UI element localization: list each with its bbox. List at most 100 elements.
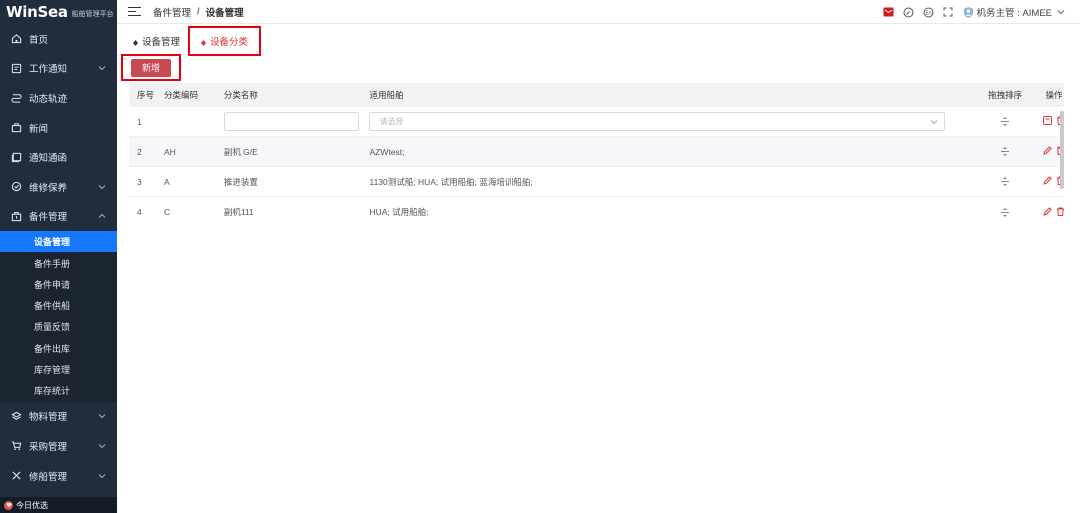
parts-submenu: 设备管理 备件手册 备件申请 备件供船 质量反馈 备件出库 库存管理 库存统计 [0,231,117,402]
sidebar-subitem-inventory[interactable]: 库存管理 [0,359,117,380]
cell-index: 3 [137,176,142,187]
chevron-down-icon [1055,7,1066,18]
repair-icon [10,470,22,482]
compass-icon[interactable] [903,7,914,18]
sidebar-item-label: 新闻 [29,123,49,135]
sidebar-subitem-feedback[interactable]: 质量反馈 [0,316,117,337]
cell-index: 4 [137,207,142,217]
edit-icon[interactable] [1043,206,1052,218]
parts-icon [10,210,22,222]
edit-icon[interactable] [1043,176,1052,187]
tab-dot-icon [133,38,138,46]
sidebar-item-purchase[interactable]: 采购管理 [0,431,117,461]
sidebar-item-label: 首页 [29,34,49,46]
tab-equipment-management[interactable]: 设备管理 [125,30,188,52]
main-content: 设备管理 设备分类 新增 序号 分类编码 分类名称 适用船舶 拖拽排序 操作 1 [117,24,1080,224]
menu-toggle-icon[interactable] [128,6,141,17]
col-ops: 操作 [1045,90,1063,100]
drag-handle-icon[interactable] [968,177,1042,186]
col-ships: 适用船舶 [369,90,404,100]
delete-icon[interactable] [1056,207,1065,218]
maintenance-icon [10,181,22,193]
category-name-input[interactable] [223,112,359,131]
sidebar-item-label: 工作通知 [29,64,68,76]
empty-area [117,224,1080,513]
chevron-up-icon [98,212,106,220]
home-icon [10,33,22,45]
svg-text:En: En [925,10,931,16]
cell-code: A [163,176,170,187]
sidebar-item-label: 采购管理 [29,441,68,453]
sidebar-item-news[interactable]: 新闻 [0,113,117,143]
cell-name: 推进装置 [223,176,258,187]
cell-name [223,112,370,131]
table-header: 序号 分类编码 分类名称 适用船舶 拖拽排序 操作 [129,83,1064,107]
col-index: 序号 [137,90,155,100]
user-menu[interactable]: 机务主管 : AIMEE [963,5,1066,19]
ship-select[interactable]: 请选择 [369,112,946,131]
col-name: 分类名称 [223,90,258,100]
material-icon [10,410,22,422]
cell-index: 2 [137,146,142,157]
notice-icon [10,62,22,74]
sidebar-item-work-notice[interactable]: 工作通知 [0,54,117,84]
cell-index: 1 [137,116,142,127]
breadcrumb-current: 设备管理 [205,7,244,19]
category-table: 序号 分类编码 分类名称 适用船舶 拖拽排序 操作 1 请选择 2 AH 副机 … [129,83,1064,227]
add-button[interactable]: 新增 [131,58,171,77]
sidebar-item-label: 维修保养 [29,182,68,194]
news-icon [10,122,22,134]
drag-handle-icon[interactable] [968,147,1042,156]
top-header: 备件管理 / 设备管理 En 机务主管 : AIMEE [117,0,1080,24]
sidebar-subitem-manual[interactable]: 备件手册 [0,252,117,273]
header-actions: En 机务主管 : AIMEE [883,0,1066,24]
edit-icon[interactable] [1043,146,1052,157]
sidebar-item-label: 通知通函 [29,153,68,165]
brand-subtitle: 船舶管理平台 [71,10,114,18]
chevron-down-icon [98,442,106,450]
user-avatar-icon [963,6,974,18]
chevron-down-icon [98,64,106,72]
tab-equipment-category[interactable]: 设备分类 [188,26,262,56]
chevron-down-icon [98,412,106,420]
track-icon [10,92,22,104]
breadcrumb-parent[interactable]: 备件管理 [153,5,191,19]
sidebar-item-bulletin[interactable]: 通知通函 [0,142,117,172]
sidebar-subitem-stats[interactable]: 库存统计 [0,380,117,401]
table-row: 3 A 推进装置 1130测试船; HUA; 试用船舶; 蓝海培训船舶; [129,167,1064,197]
language-icon[interactable]: En [923,7,934,18]
cell-ships: HUA; 试用船舶; [369,207,429,217]
sidebar-subitem-supply[interactable]: 备件供船 [0,295,117,316]
sidebar-subitem-request[interactable]: 备件申请 [0,274,117,295]
brand-name: WinSea [6,3,68,21]
sidebar-subitem-outbound[interactable]: 备件出库 [0,338,117,359]
today-pick-bar[interactable]: 今日优选 [0,497,117,513]
today-pick-label: 今日优选 [16,500,48,510]
sidebar-item-home[interactable]: 首页 [0,24,117,54]
table-row: 4 C 副机111 HUA; 试用船舶; [129,197,1064,227]
sidebar-item-material[interactable]: 物料管理 [0,402,117,432]
fullscreen-icon[interactable] [943,7,954,18]
sidebar-subitem-equipment[interactable]: 设备管理 [0,231,117,253]
ship-select-placeholder: 请选择 [379,117,404,126]
heart-icon [4,500,13,510]
table-scrollbar[interactable] [1060,111,1064,189]
add-button-highlight: 新增 [121,54,181,81]
sidebar-item-parts[interactable]: 备件管理 [0,202,117,232]
sidebar-item-repair[interactable]: 修船管理 [0,461,117,491]
sidebar-item-label: 物料管理 [29,412,68,424]
mail-icon[interactable] [883,7,894,18]
cell-ships: 请选择 [369,112,968,131]
sidebar: WinSea 船舶管理平台 首页 工作通知 动态轨迹 新闻 通知通函 维修保养 … [0,0,117,513]
sidebar-item-maintenance[interactable]: 维修保养 [0,172,117,202]
sidebar-item-track[interactable]: 动态轨迹 [0,83,117,113]
drag-handle-icon[interactable] [968,207,1042,217]
chevron-down-icon [930,118,938,126]
breadcrumb-separator: / [197,6,200,17]
chevron-down-icon [98,183,106,191]
drag-handle-icon[interactable] [968,117,1042,126]
breadcrumb: 备件管理 / 设备管理 [153,5,244,19]
sidebar-item-label: 动态轨迹 [29,93,68,105]
bulletin-icon [10,151,22,163]
save-icon[interactable] [1043,116,1052,127]
